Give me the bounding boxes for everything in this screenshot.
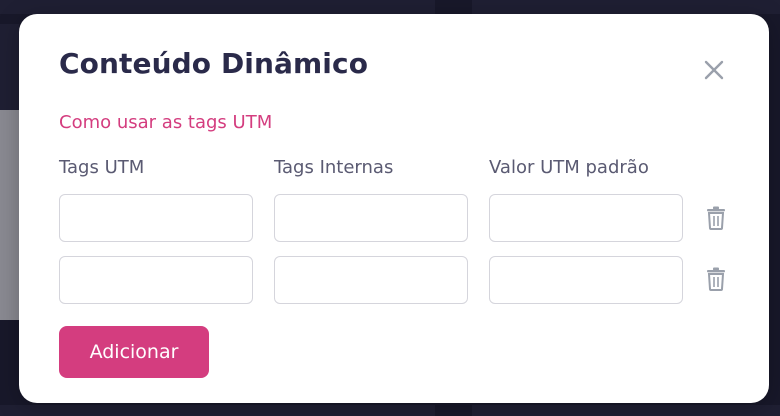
utm-tag-input[interactable] [59, 256, 253, 304]
column-label-utm-tags: Tags UTM [59, 157, 145, 178]
default-utm-value-input[interactable] [489, 256, 683, 304]
delete-row-button[interactable] [705, 206, 727, 230]
delete-row-button[interactable] [705, 267, 727, 291]
dynamic-content-modal: Conteúdo Dinâmico Como usar as tags UTM … [19, 14, 769, 403]
utm-tag-input[interactable] [59, 194, 253, 242]
close-icon [704, 60, 724, 80]
add-row-button[interactable]: Adicionar [59, 326, 209, 378]
trash-icon [707, 267, 725, 291]
default-utm-value-input[interactable] [489, 194, 683, 242]
internal-tag-input[interactable] [274, 194, 468, 242]
close-button[interactable] [700, 56, 728, 84]
internal-tag-input[interactable] [274, 256, 468, 304]
column-label-internal-tags: Tags Internas [274, 157, 394, 178]
utm-help-link[interactable]: Como usar as tags UTM [59, 112, 272, 133]
trash-icon [707, 206, 725, 230]
modal-title: Conteúdo Dinâmico [59, 47, 369, 80]
column-label-default-value: Valor UTM padrão [489, 157, 649, 178]
